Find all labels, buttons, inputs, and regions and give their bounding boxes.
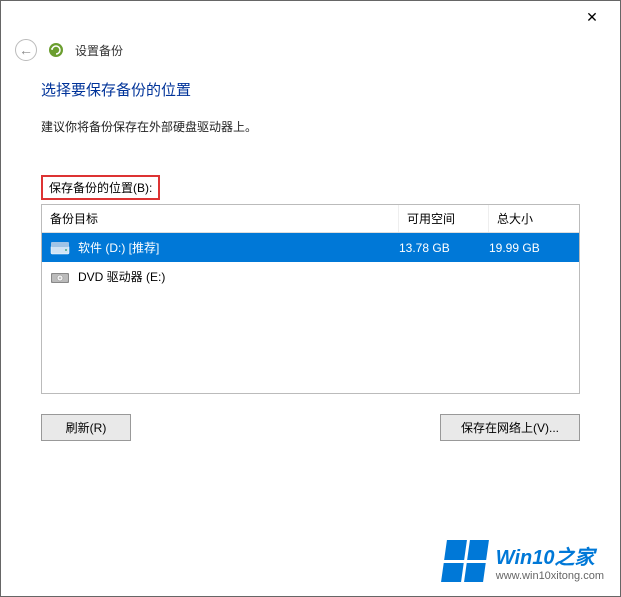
col-free[interactable]: 可用空间 (399, 205, 489, 232)
drive-name: 软件 (D:) [推荐] (78, 239, 399, 256)
watermark-url: www.win10xitong.com (496, 570, 604, 582)
save-network-button[interactable]: 保存在网络上(V)... (440, 414, 580, 441)
titlebar: ✕ (1, 1, 620, 33)
close-button[interactable]: ✕ (572, 3, 612, 31)
drive-table: 备份目标 可用空间 总大小 软件 (D:) [推荐] 13.78 GB 19.9… (41, 204, 580, 394)
back-arrow-icon: ← (19, 42, 33, 58)
table-header: 备份目标 可用空间 总大小 (42, 205, 579, 233)
backup-icon (47, 41, 65, 59)
page-hint: 建议你将备份保存在外部硬盘驱动器上。 (41, 118, 580, 135)
watermark-title: Win10之家 (496, 541, 604, 570)
page-title: 选择要保存备份的位置 (41, 79, 580, 100)
table-row[interactable]: 软件 (D:) [推荐] 13.78 GB 19.99 GB (42, 233, 579, 262)
watermark: Win10之家 www.win10xitong.com (444, 540, 604, 582)
refresh-button[interactable]: 刷新(R) (41, 414, 131, 441)
table-row[interactable]: DVD 驱动器 (E:) (42, 262, 579, 291)
hdd-icon (50, 240, 78, 256)
col-total[interactable]: 总大小 (489, 205, 579, 232)
section-label: 保存备份的位置(B): (41, 175, 160, 200)
dvd-icon (50, 269, 78, 285)
content-area: 选择要保存备份的位置 建议你将备份保存在外部硬盘驱动器上。 保存备份的位置(B)… (1, 79, 620, 441)
app-title: 设置备份 (75, 42, 123, 59)
drive-free: 13.78 GB (399, 241, 489, 255)
watermark-text: Win10之家 www.win10xitong.com (496, 541, 604, 582)
button-row: 刷新(R) 保存在网络上(V)... (41, 414, 580, 441)
drive-total: 19.99 GB (489, 241, 571, 255)
close-icon: ✕ (586, 9, 598, 26)
col-target[interactable]: 备份目标 (42, 205, 399, 232)
back-button[interactable]: ← (15, 39, 37, 61)
drive-name: DVD 驱动器 (E:) (78, 268, 399, 285)
header-row: ← 设置备份 (1, 33, 620, 79)
windows-logo-icon (441, 540, 489, 582)
